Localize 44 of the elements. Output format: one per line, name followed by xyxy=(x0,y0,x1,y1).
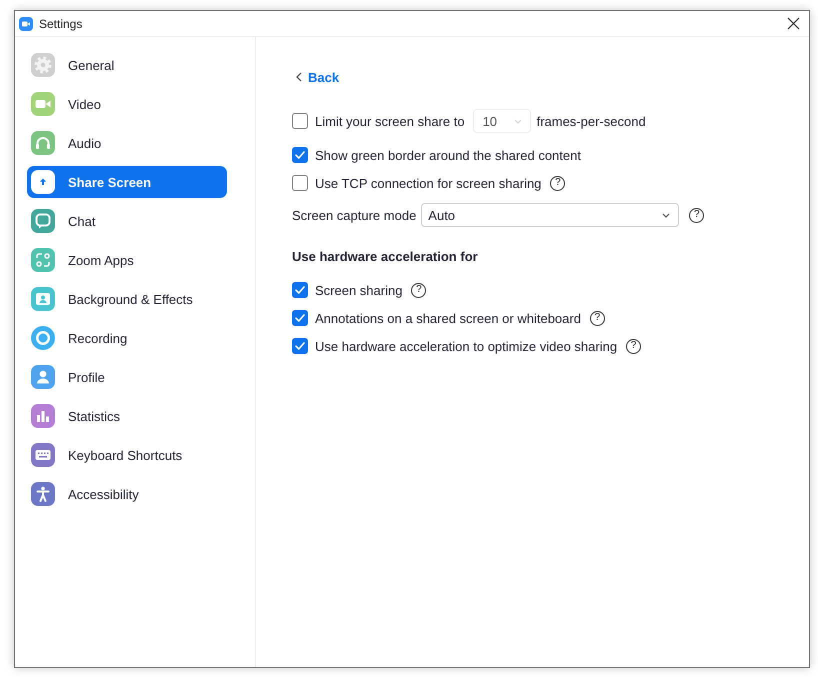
option-label: Screen sharing xyxy=(315,282,402,298)
sidebar-item[interactable]: Video xyxy=(27,88,227,120)
chevron-left-icon xyxy=(296,72,302,82)
sidebar-item[interactable]: Chat xyxy=(27,205,227,237)
sidebar-item[interactable]: Keyboard Shortcuts xyxy=(27,439,227,471)
checkmark-icon xyxy=(295,286,305,294)
checkbox[interactable] xyxy=(292,338,308,354)
checkbox[interactable] xyxy=(292,113,308,129)
help-button[interactable]: ? xyxy=(550,176,566,190)
checkmark-icon xyxy=(295,151,305,159)
option-label: Limit your screen share to xyxy=(315,114,465,128)
sidebar-item[interactable]: Accessibility xyxy=(27,478,227,510)
checkbox[interactable] xyxy=(292,282,308,298)
help-button[interactable]: ? xyxy=(411,282,426,298)
help-button[interactable]: ? xyxy=(626,338,642,354)
capture-mode-dropdown[interactable]: Auto xyxy=(421,203,680,227)
help-button[interactable]: ? xyxy=(689,208,704,222)
dropdown-label: Screen capture mode xyxy=(292,208,416,222)
caret-icon xyxy=(514,118,522,124)
sidebar-item[interactable]: Audio xyxy=(27,127,227,159)
unit-label: frames-per-second xyxy=(536,114,646,128)
checkmark-icon xyxy=(295,314,305,322)
option-label: Use hardware acceleration to optimize video sharing xyxy=(315,338,618,354)
sidebar-item[interactable]: Profile xyxy=(27,361,227,393)
close-icon[interactable] xyxy=(787,17,800,30)
checkbox[interactable] xyxy=(292,175,308,191)
sidebar-item[interactable]: Background & Effects xyxy=(27,283,227,315)
window-title: Settings xyxy=(39,16,82,30)
video-camera-logo-icon xyxy=(19,16,33,30)
sidebar-item[interactable]: Share Screen xyxy=(27,166,227,198)
back-link[interactable]: Back xyxy=(296,70,340,84)
help-button[interactable]: ? xyxy=(590,310,605,326)
option-label: Show green border around the shared content xyxy=(315,148,581,162)
caret-icon xyxy=(662,212,670,218)
sidebar-item[interactable]: Zoom Apps xyxy=(27,244,227,276)
checkbox[interactable] xyxy=(292,310,308,326)
checkmark-icon xyxy=(295,342,305,350)
sidebar-item[interactable]: General xyxy=(27,49,227,81)
checkbox[interactable] xyxy=(292,147,308,163)
option-label: Use TCP connection for screen sharing xyxy=(315,176,542,190)
option-label: Annotations on a shared screen or whiteboard xyxy=(315,310,581,326)
sidebar-item[interactable]: Statistics xyxy=(27,400,227,432)
section-heading: Use hardware acceleration for xyxy=(292,248,479,266)
sidebar-item[interactable]: Recording xyxy=(27,322,227,354)
